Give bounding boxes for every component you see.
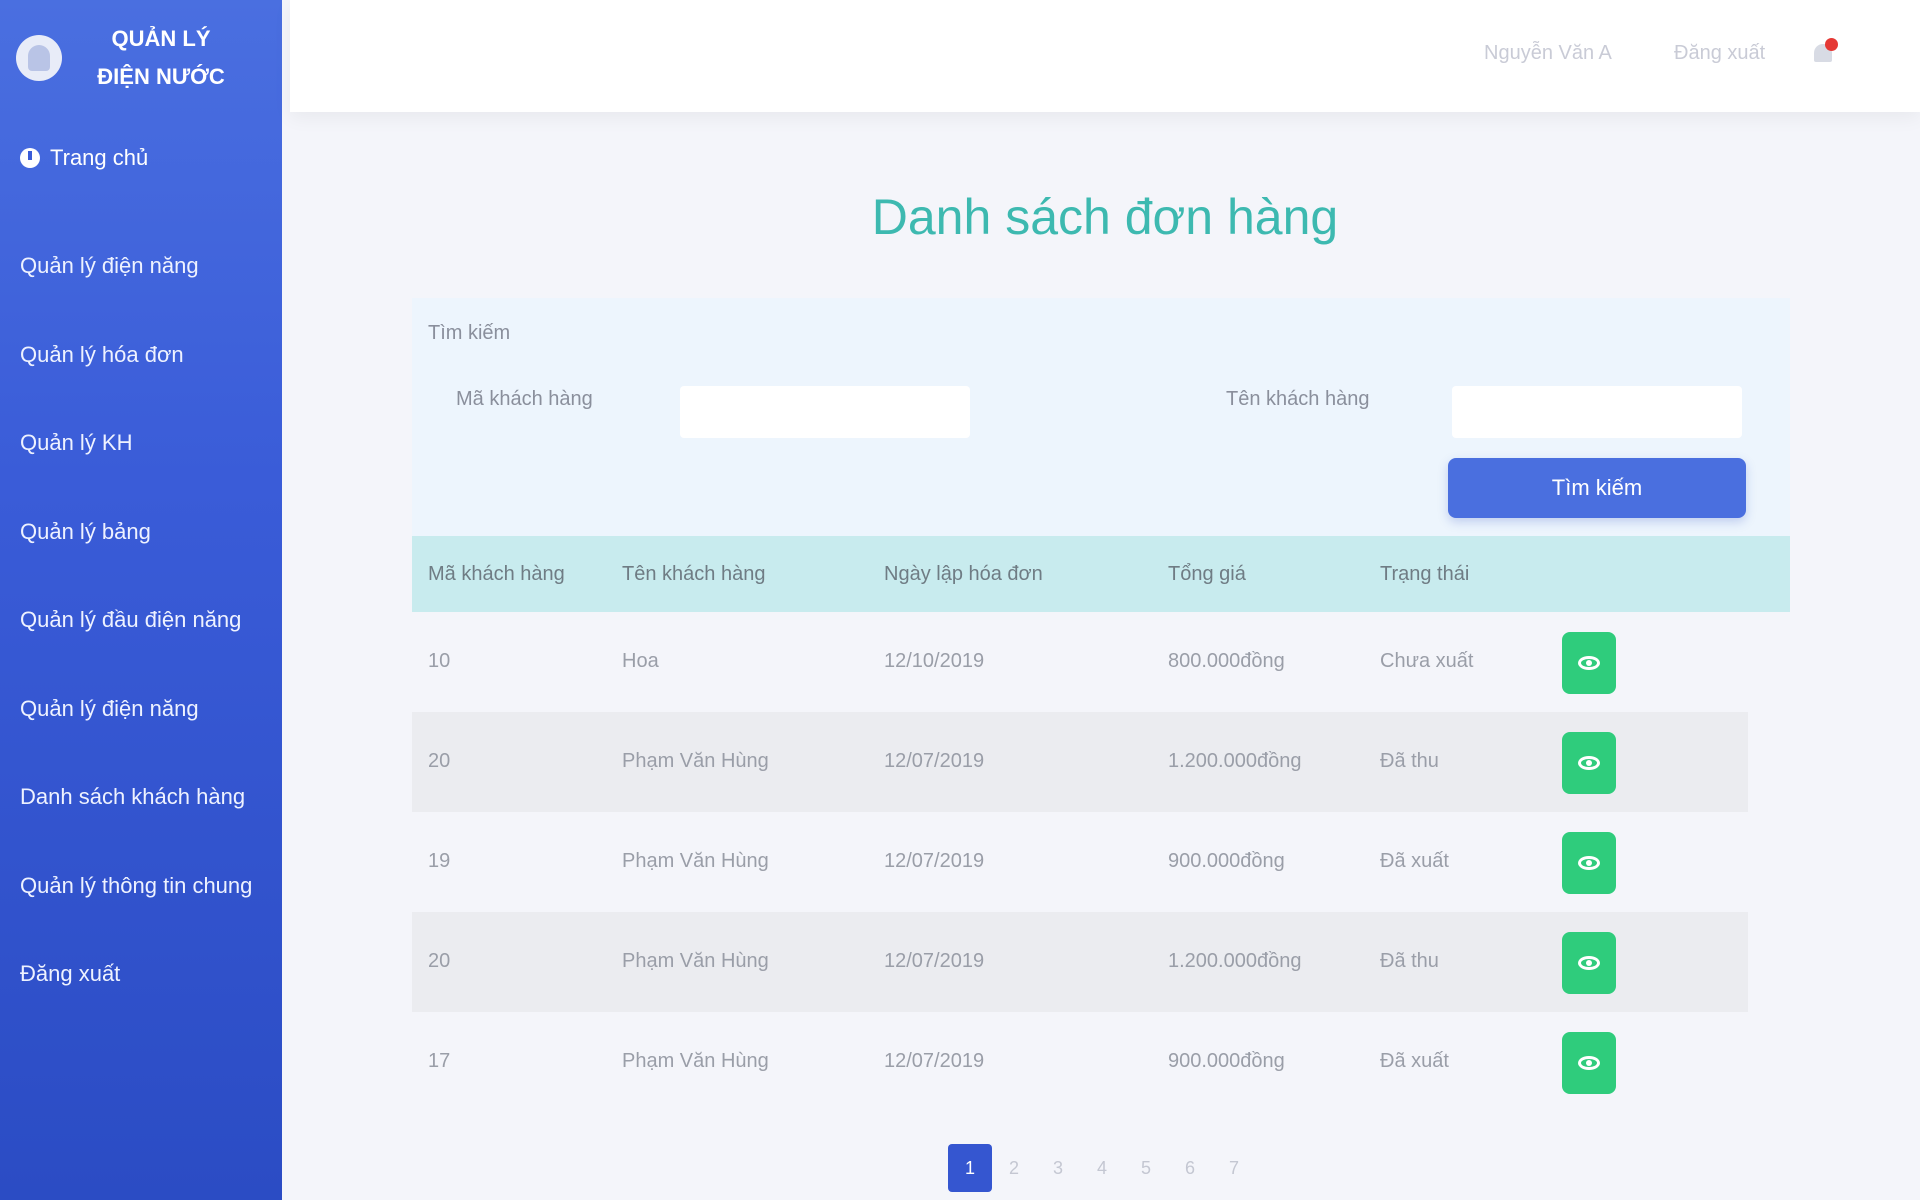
page-title: Danh sách đơn hàng xyxy=(871,189,1339,245)
sidebar-item-meter[interactable]: Quản lý đầu điện năng xyxy=(0,576,282,665)
view-detail-button[interactable] xyxy=(1562,1032,1616,1094)
view-detail-button[interactable] xyxy=(1562,832,1616,894)
page-button-2[interactable]: 2 xyxy=(992,1144,1036,1192)
cell-total: 1.200.000đồng xyxy=(1168,950,1302,972)
cell-status: Đã thu xyxy=(1380,750,1439,772)
search-panel: Tìm kiếm Mã khách hàng Tên khách hàng Tì… xyxy=(412,298,1790,536)
sidebar-nav: Quản lý điện năng Quản lý hóa đơn Quản l… xyxy=(0,222,282,1019)
sidebar-item-electricity[interactable]: Quản lý điện năng xyxy=(0,222,282,311)
sidebar-item-label: Quản lý hóa đơn xyxy=(20,341,184,367)
column-header-date: Ngày lập hóa đơn xyxy=(884,562,1043,585)
page-button-7[interactable]: 7 xyxy=(1212,1144,1256,1192)
table-row: 10 Hoa 12/10/2019 800.000đồng Chưa xuất xyxy=(412,612,1748,712)
page-button-5[interactable]: 5 xyxy=(1124,1144,1168,1192)
sidebar: QUẢN LÝ ĐIỆN NƯỚC Trang chủ Quản lý điện… xyxy=(0,0,282,1200)
dashboard-icon xyxy=(20,148,40,168)
column-header-status: Trạng thái xyxy=(1380,562,1470,585)
cell-date: 12/07/2019 xyxy=(884,850,985,872)
cell-name: Hoa xyxy=(622,650,659,672)
customer-code-label: Mã khách hàng xyxy=(456,388,593,410)
eye-icon xyxy=(1578,856,1600,870)
top-header: Nguyễn Văn A Đăng xuất xyxy=(290,0,1920,112)
customer-name-label: Tên khách hàng xyxy=(1226,388,1370,410)
cell-status: Chưa xuất xyxy=(1380,650,1474,672)
column-header-total: Tổng giá xyxy=(1168,562,1246,585)
cell-status: Đã thu xyxy=(1380,950,1439,972)
app-name: QUẢN LÝ ĐIỆN NƯỚC xyxy=(97,26,225,89)
view-detail-button[interactable] xyxy=(1562,732,1616,794)
search-heading: Tìm kiếm xyxy=(428,322,511,344)
cell-name: Phạm Văn Hùng xyxy=(622,950,769,972)
page-button-1[interactable]: 1 xyxy=(948,1144,992,1192)
sidebar-item-customers[interactable]: Quản lý KH xyxy=(0,399,282,488)
search-button[interactable]: Tìm kiếm xyxy=(1448,458,1746,518)
cell-date: 12/07/2019 xyxy=(884,950,985,972)
cell-name: Phạm Văn Hùng xyxy=(622,1050,769,1072)
cell-total: 900.000đồng xyxy=(1168,1050,1285,1072)
cell-total: 800.000đồng xyxy=(1168,650,1285,672)
cell-status: Đã xuất xyxy=(1380,850,1449,872)
table-row: 17 Phạm Văn Hùng 12/07/2019 900.000đồng … xyxy=(412,1012,1748,1112)
sidebar-item-label: Quản lý thông tin chung xyxy=(20,872,253,898)
cell-code: 20 xyxy=(428,750,451,772)
cell-name: Phạm Văn Hùng xyxy=(622,750,769,772)
page-button-3[interactable]: 3 xyxy=(1036,1144,1080,1192)
table-row: 20 Phạm Văn Hùng 12/07/2019 1.200.000đồn… xyxy=(412,712,1748,812)
sidebar-item-label: Danh sách khách hàng xyxy=(20,784,246,810)
cell-date: 12/10/2019 xyxy=(884,650,985,672)
cell-code: 17 xyxy=(428,1050,451,1072)
eye-icon xyxy=(1578,656,1600,670)
sidebar-item-general-info[interactable]: Quản lý thông tin chung xyxy=(0,842,282,931)
column-header-code: Mã khách hàng xyxy=(428,562,565,585)
sidebar-item-electricity-2[interactable]: Quản lý điện năng xyxy=(0,665,282,754)
cell-name: Phạm Văn Hùng xyxy=(622,850,769,872)
sidebar-item-label: Quản lý điện năng xyxy=(20,695,199,721)
cell-code: 20 xyxy=(428,950,451,972)
pagination: 1 2 3 4 5 6 7 xyxy=(948,1144,1256,1192)
eye-icon xyxy=(1578,956,1600,970)
sidebar-item-label: Quản lý đầu điện năng xyxy=(20,607,242,633)
cell-code: 10 xyxy=(428,650,451,672)
view-detail-button[interactable] xyxy=(1562,632,1616,694)
column-header-name: Tên khách hàng xyxy=(622,562,766,585)
sidebar-item-label: Đăng xuất xyxy=(20,961,121,987)
customer-code-input[interactable] xyxy=(680,386,970,438)
notification-badge xyxy=(1825,38,1838,51)
cell-date: 12/07/2019 xyxy=(884,750,985,772)
eye-icon xyxy=(1578,756,1600,770)
orders-table: Mã khách hàng Tên khách hàng Ngày lập hó… xyxy=(412,536,1790,1112)
table-row: 19 Phạm Văn Hùng 12/07/2019 900.000đồng … xyxy=(412,812,1748,912)
sidebar-item-invoices[interactable]: Quản lý hóa đơn xyxy=(0,311,282,400)
sidebar-item-table[interactable]: Quản lý bảng xyxy=(0,488,282,577)
notification-bell-icon[interactable] xyxy=(1812,38,1838,68)
logout-link[interactable]: Đăng xuất xyxy=(1674,42,1765,65)
brand: QUẢN LÝ ĐIỆN NƯỚC xyxy=(0,0,282,116)
customer-name-input[interactable] xyxy=(1452,386,1742,438)
sidebar-item-label: Trang chủ xyxy=(50,145,149,170)
cell-date: 12/07/2019 xyxy=(884,1050,985,1072)
cell-status: Đã xuất xyxy=(1380,1050,1449,1072)
sidebar-item-dashboard[interactable]: Trang chủ xyxy=(0,116,282,200)
eye-icon xyxy=(1578,1056,1600,1070)
user-name-link[interactable]: Nguyễn Văn A xyxy=(1484,42,1612,65)
table-row: 20 Phạm Văn Hùng 12/07/2019 1.200.000đồn… xyxy=(412,912,1748,1012)
table-header: Mã khách hàng Tên khách hàng Ngày lập hó… xyxy=(412,536,1790,612)
sidebar-item-customer-list[interactable]: Danh sách khách hàng xyxy=(0,753,282,842)
view-detail-button[interactable] xyxy=(1562,932,1616,994)
page-button-6[interactable]: 6 xyxy=(1168,1144,1212,1192)
page-button-4[interactable]: 4 xyxy=(1080,1144,1124,1192)
sidebar-item-label: Quản lý điện năng xyxy=(20,253,199,279)
app-logo xyxy=(16,35,62,81)
sidebar-item-label: Quản lý KH xyxy=(20,430,133,456)
sidebar-item-logout[interactable]: Đăng xuất xyxy=(0,930,282,1019)
sidebar-item-label: Quản lý bảng xyxy=(20,518,151,544)
cell-total: 1.200.000đồng xyxy=(1168,750,1302,772)
cell-total: 900.000đồng xyxy=(1168,850,1285,872)
cell-code: 19 xyxy=(428,850,451,872)
